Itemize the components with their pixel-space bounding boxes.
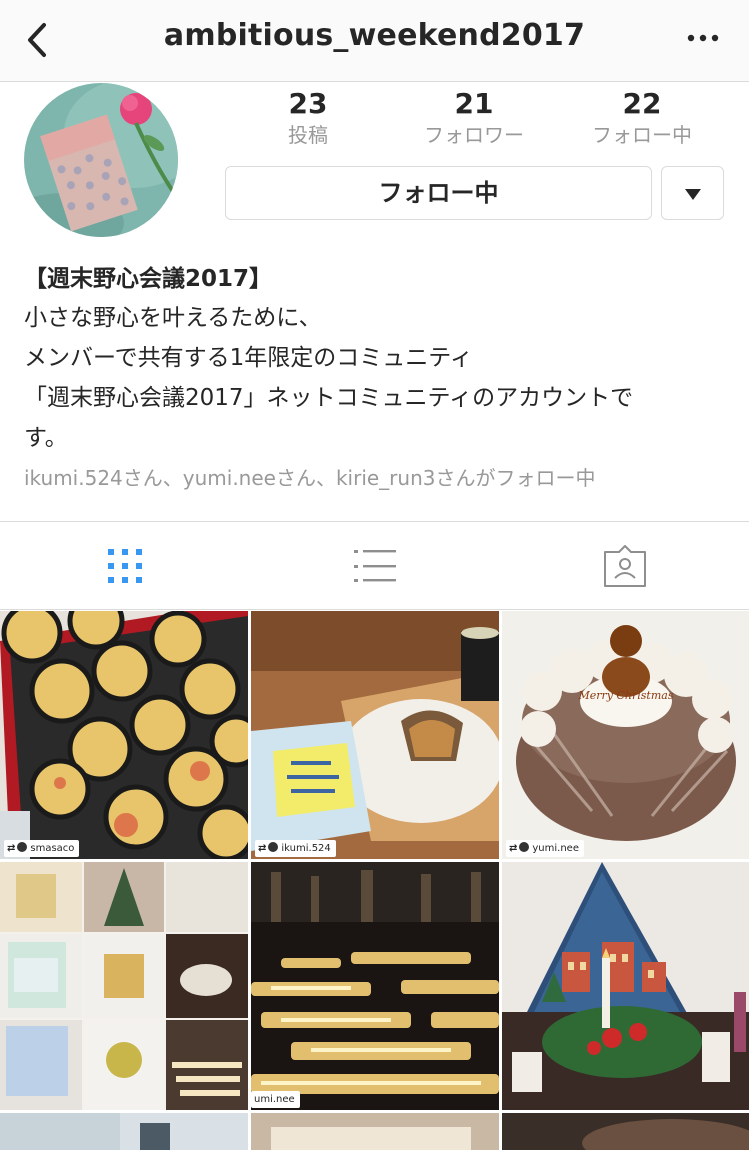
- avatar-image: [24, 83, 178, 237]
- repost-badge: ⇄ smasaco: [4, 840, 80, 857]
- candle-night-photo: [251, 862, 499, 1110]
- post-photo: [502, 1113, 749, 1150]
- repost-badge: umi.nee: [251, 1091, 300, 1108]
- repost-username: ikumi.524: [281, 843, 331, 854]
- profile-username: ambitious_weekend2017: [163, 18, 586, 53]
- repost-icon: ⇄: [509, 843, 518, 854]
- followers-count[interactable]: 21 フォロワー: [399, 86, 549, 148]
- tab-grid-view[interactable]: [0, 522, 249, 610]
- more-options-button[interactable]: [685, 26, 721, 50]
- repost-username: yumi.nee: [532, 843, 579, 854]
- bio-line: メンバーで共有する1年限定のコミュニティ: [24, 345, 473, 371]
- repost-badge: ⇄ ikumi.524: [255, 840, 336, 857]
- profile-bio: 【週末野心会議2017】 小さな野心を叶えるために、 メンバーで共有する1年限定…: [24, 260, 724, 458]
- following-count-label: フォロー中: [592, 123, 692, 147]
- takoyaki-photo: [0, 611, 248, 859]
- following-count-value: 22: [622, 87, 662, 120]
- posts-count[interactable]: 23 投稿: [233, 86, 383, 148]
- post-thumbnail[interactable]: [0, 1113, 248, 1150]
- suggestions-dropdown-button[interactable]: [661, 166, 724, 220]
- cake-book-photo: [251, 611, 499, 859]
- tab-tagged-photos[interactable]: [500, 522, 749, 610]
- posts-count-label: 投稿: [288, 123, 328, 147]
- grid-icon: [107, 549, 142, 583]
- profile-avatar[interactable]: [24, 83, 178, 237]
- repost-username: umi.nee: [254, 1094, 295, 1105]
- post-thumbnail[interactable]: Merry Christmas ⇄ yumi.nee: [502, 611, 749, 859]
- repost-icon: ⇄: [7, 843, 16, 854]
- bio-line: 「週末野心会議2017」ネットコミュニティのアカウントで: [24, 385, 634, 411]
- tab-list-view[interactable]: [250, 522, 499, 610]
- following-count[interactable]: 22 フォロー中: [567, 86, 717, 148]
- avatar: [17, 842, 28, 852]
- followed-by-text[interactable]: ikumi.524さん、yumi.neeさん、kirie_run3さんがフォロー…: [24, 462, 595, 491]
- post-thumbnail[interactable]: ⇄ ikumi.524: [251, 611, 499, 859]
- christmas-cake-photo: Merry Christmas: [502, 611, 749, 859]
- post-photo: [0, 1113, 248, 1150]
- repost-icon: ⇄: [258, 843, 267, 854]
- post-thumbnail[interactable]: [502, 1113, 749, 1150]
- cake-plaque-text: Merry Christmas: [578, 689, 674, 702]
- navigation-bar: ambitious_weekend2017: [0, 0, 749, 82]
- posts-count-value: 23: [288, 87, 328, 120]
- bio-line: 小さな野心を叶えるために、: [24, 305, 322, 331]
- following-button[interactable]: フォロー中: [225, 166, 652, 220]
- bio-line: す。: [24, 425, 68, 451]
- repost-username: smasaco: [30, 843, 75, 854]
- profile-view-tabs: [0, 521, 749, 610]
- bio-name: 【週末野心会議2017】: [24, 266, 273, 292]
- post-thumbnail[interactable]: umi.nee: [251, 862, 499, 1110]
- avatar: [519, 842, 530, 852]
- collage-photo: [0, 862, 248, 1110]
- post-thumbnail[interactable]: [502, 862, 749, 1110]
- caret-down-icon: [685, 189, 701, 200]
- post-thumbnail[interactable]: [0, 862, 248, 1110]
- followers-count-value: 21: [454, 87, 494, 120]
- post-photo: [251, 1113, 499, 1150]
- followers-count-label: フォロワー: [424, 123, 524, 147]
- post-thumbnail[interactable]: ⇄ smasaco: [0, 611, 248, 859]
- advent-calendar-photo: [502, 862, 749, 1110]
- tagged-person-icon: [603, 545, 646, 587]
- more-icon: [687, 34, 719, 42]
- list-icon: [353, 550, 396, 582]
- avatar: [268, 842, 279, 852]
- post-thumbnail[interactable]: [251, 1113, 499, 1150]
- repost-badge: ⇄ yumi.nee: [506, 840, 584, 857]
